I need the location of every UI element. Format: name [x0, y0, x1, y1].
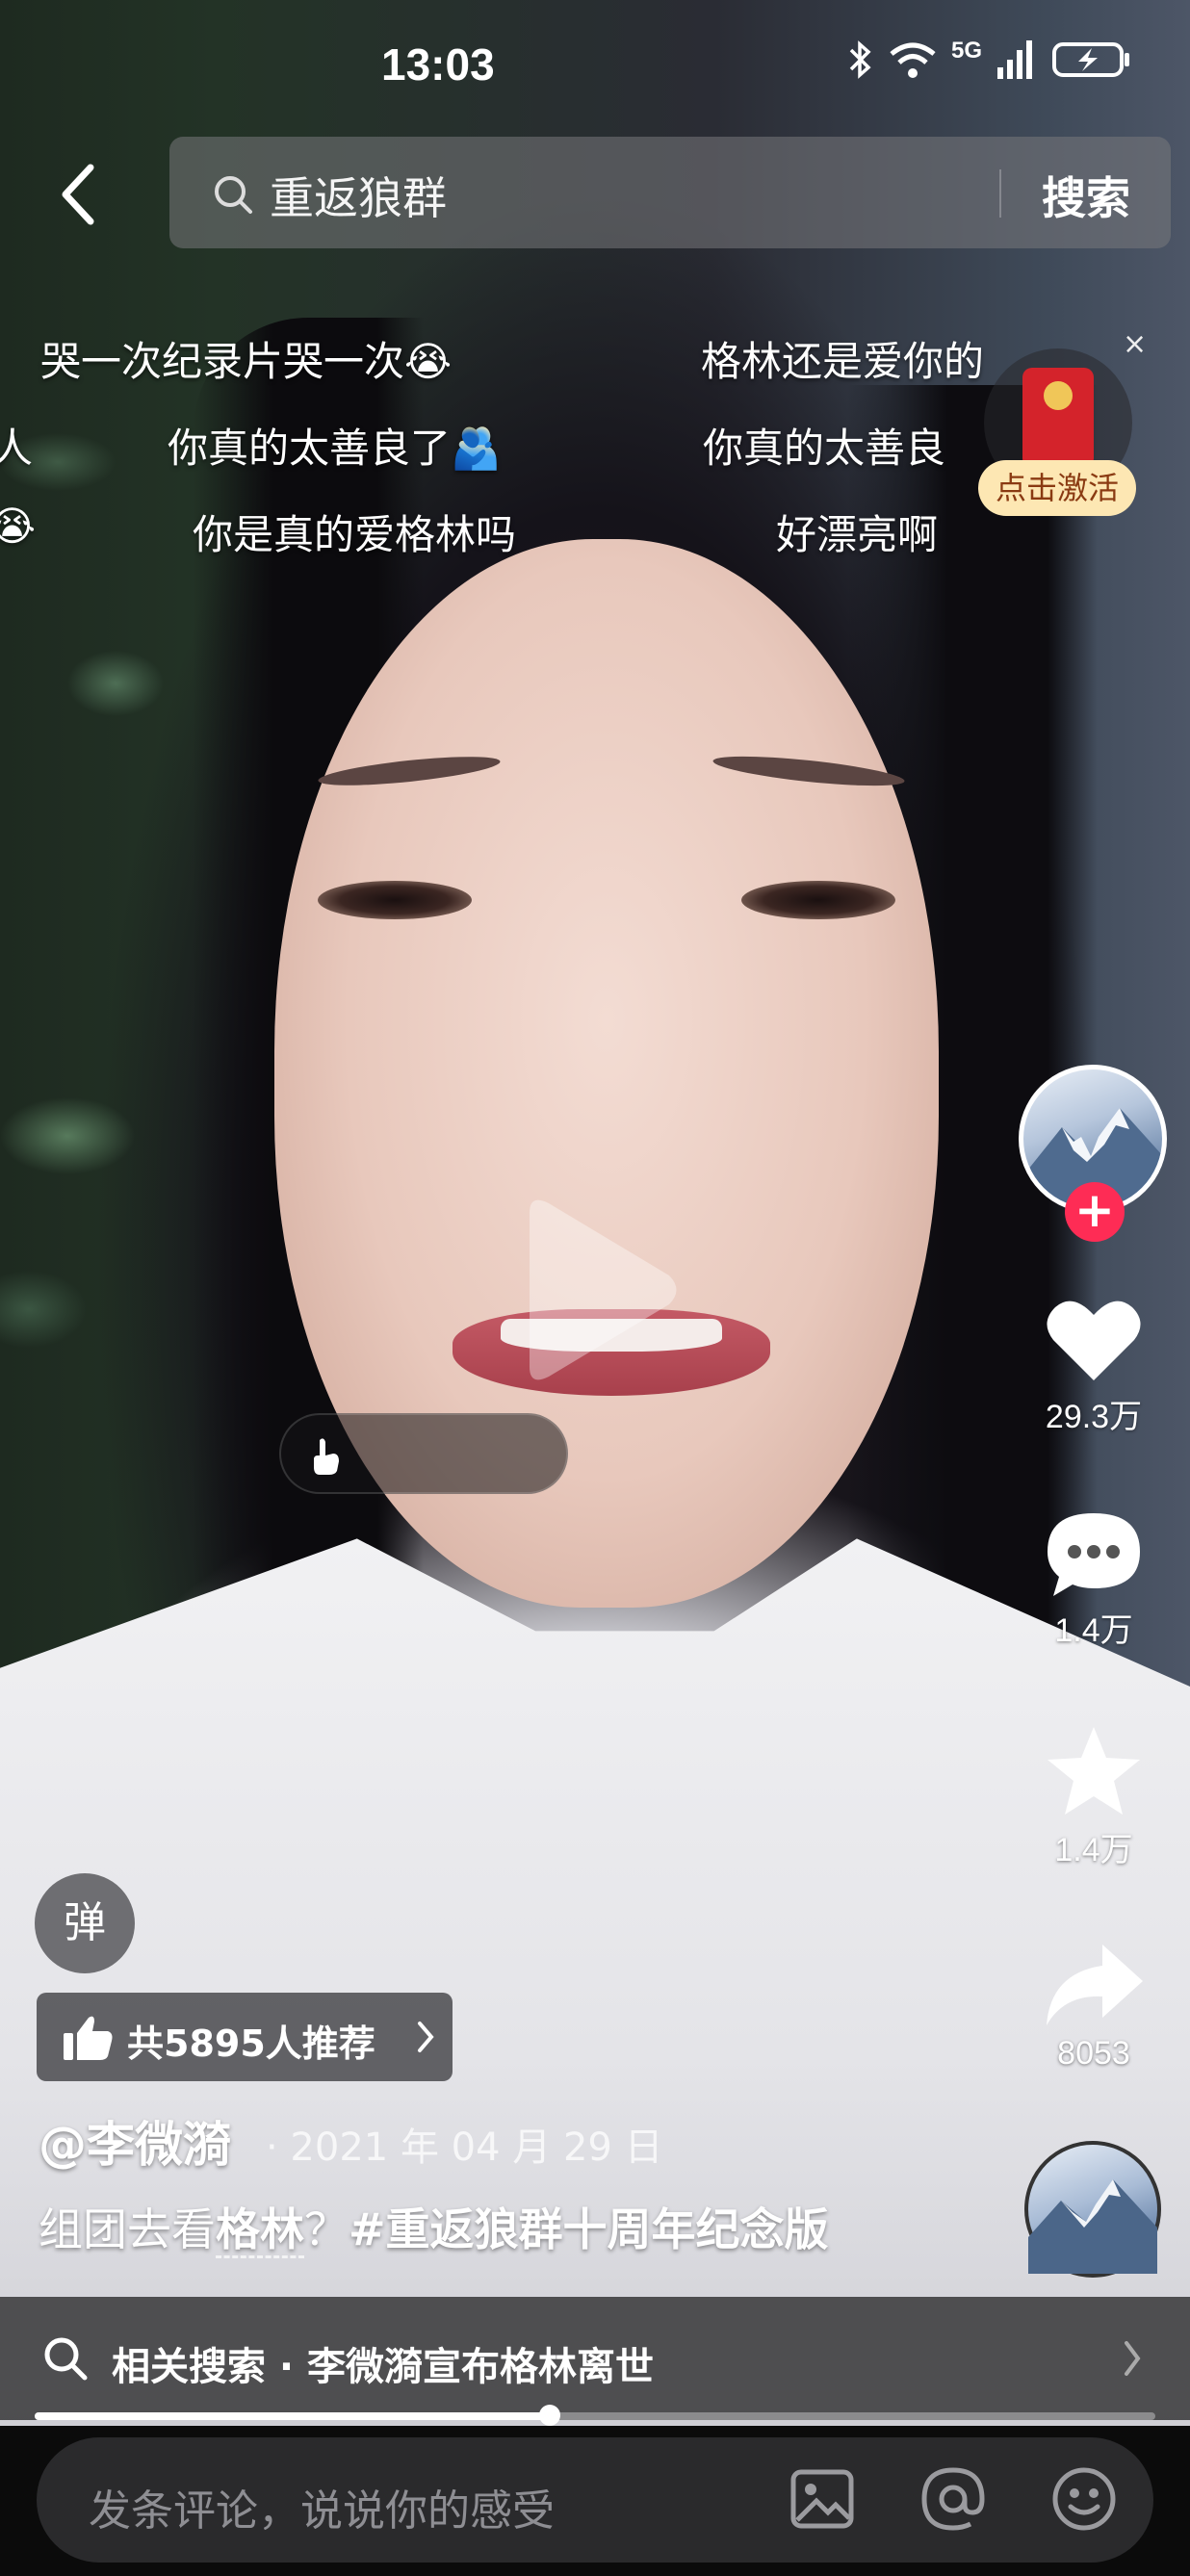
hand-tap-icon — [314, 1438, 339, 1475]
back-arrow-icon — [62, 164, 94, 225]
share-button[interactable]: 8053 — [1017, 1939, 1171, 2073]
status-icons: 5G — [847, 38, 1132, 81]
search-button[interactable]: 搜索 — [1042, 164, 1130, 227]
share-count: 8053 — [1057, 2035, 1130, 2072]
favorite-button[interactable]: 1.4万 — [1017, 1723, 1171, 1870]
like-button[interactable]: 29.3万 — [1017, 1294, 1171, 1437]
signal-icon — [997, 40, 1032, 79]
chevron-right-icon — [418, 2022, 434, 2052]
video-progress-fill — [35, 2412, 551, 2420]
thumbs-up-icon — [64, 2016, 113, 2060]
video-eye-left — [318, 881, 472, 919]
comment-button[interactable]: 1.4万 — [1017, 1507, 1171, 1651]
danmaku-item: 你真的太善良了🫂 — [168, 425, 502, 472]
battery-charging-icon — [1052, 42, 1129, 77]
caption-keyword-link[interactable]: 格林 — [216, 2203, 304, 2258]
mention-at-icon[interactable] — [917, 2462, 990, 2536]
video-shirt — [0, 1538, 1190, 2426]
red-envelope-seal-icon — [1044, 381, 1073, 410]
play-icon[interactable] — [510, 1194, 684, 1386]
danmaku-toggle-button[interactable]: 弹 — [35, 1873, 135, 1973]
image-icon[interactable] — [786, 2462, 859, 2536]
status-time: 13:03 — [381, 39, 495, 90]
heart-icon — [1047, 1301, 1141, 1380]
share-arrow-icon — [1047, 1945, 1143, 2025]
red-packet-close-button[interactable]: × — [1123, 327, 1147, 361]
caption-hashtag-link[interactable]: #重返狼群十周年纪念版 — [349, 2203, 829, 2255]
search-icon — [215, 176, 252, 214]
wifi-icon — [890, 42, 936, 78]
video-progress-bar[interactable] — [35, 2412, 1155, 2420]
comment-input[interactable]: 发条评论，说说你的感受 — [89, 2476, 555, 2537]
gesture-hint-pill — [279, 1413, 568, 1494]
emoji-icon[interactable] — [1048, 2462, 1121, 2536]
author-name[interactable]: @李微漪 — [39, 2106, 231, 2176]
danmaku-item: 格林还是爱你的 — [701, 338, 985, 385]
related-search-text: 相关搜索 · 李微漪宣布格林离世 — [112, 2345, 655, 2389]
recommend-pill[interactable]: 共5895人推荐 — [37, 1993, 453, 2081]
network-type: 5G — [950, 38, 982, 64]
music-cover-image — [1028, 2179, 1157, 2274]
search-bar[interactable]: 重返狼群 搜索 — [169, 137, 1171, 248]
red-packet-activate-label[interactable]: 点击激活 — [978, 460, 1136, 516]
video-caption: 组团去看格林？#重返狼群十周年纪念版 — [39, 2195, 829, 2258]
like-count: 29.3万 — [1045, 1399, 1143, 1435]
search-input[interactable]: 重返狼群 — [270, 164, 447, 227]
video-eye-right — [741, 881, 895, 919]
danmaku-item: 好漂亮啊 — [776, 511, 939, 558]
danmaku-item: 😭 — [0, 502, 37, 550]
search-divider — [999, 169, 1001, 218]
comment-count: 1.4万 — [1054, 1612, 1133, 1649]
music-disc[interactable] — [1024, 2141, 1161, 2278]
back-button[interactable] — [50, 156, 108, 233]
comment-bubble-icon — [1048, 1513, 1140, 1596]
star-icon — [1048, 1727, 1140, 1815]
danmaku-item: 哭一次纪录片哭一次😭 — [40, 338, 453, 385]
chevron-right-icon — [1125, 2341, 1141, 2376]
danmaku-item: 人 — [0, 425, 34, 472]
related-search-bar[interactable]: 相关搜索 · 李微漪宣布格林离世 — [0, 2297, 1190, 2420]
caption-text: 组团去看 — [39, 2203, 216, 2255]
danmaku-item: 你是真的爱格林吗 — [193, 511, 517, 558]
follow-button[interactable]: + — [1065, 1182, 1125, 1242]
danmaku-item: 你真的太善良 — [703, 425, 946, 472]
comment-input-bar[interactable]: 发条评论，说说你的感受 — [37, 2437, 1153, 2563]
caption-punctuation: ？ — [304, 2203, 349, 2255]
recommend-count-text: 共5895人推荐 — [127, 2022, 375, 2065]
post-date: · 2021 年 04 月 29 日 — [266, 2125, 663, 2170]
bluetooth-icon — [849, 40, 871, 79]
favorite-count: 1.4万 — [1054, 1832, 1133, 1868]
search-icon — [44, 2337, 88, 2381]
